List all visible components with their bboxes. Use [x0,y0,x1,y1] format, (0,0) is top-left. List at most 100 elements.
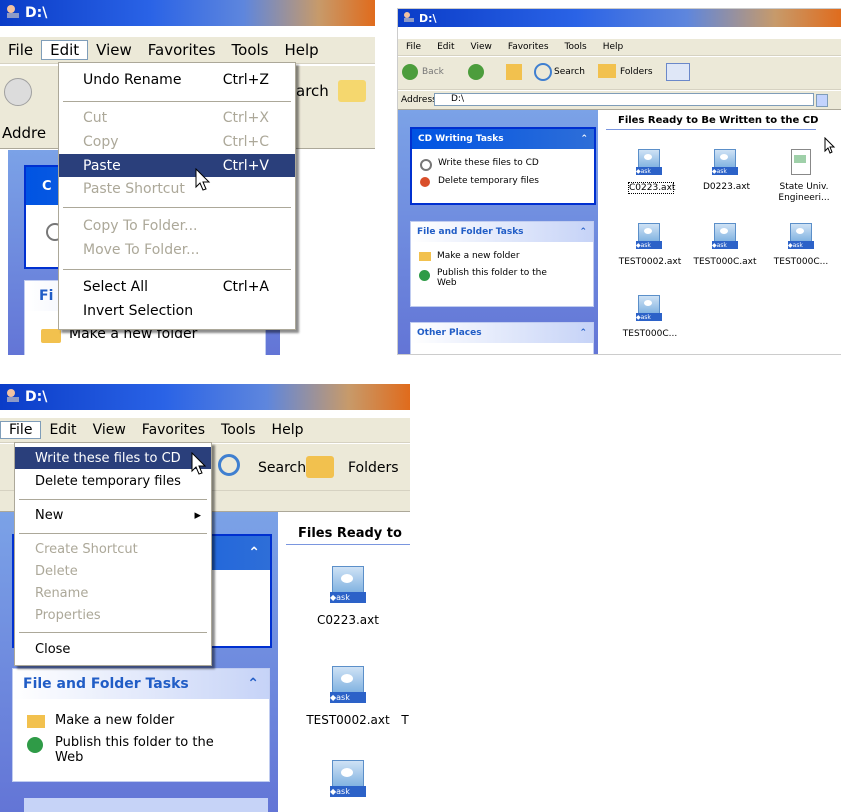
menu-item-invert-selection[interactable]: Invert Selection [59,300,295,322]
forward-icon[interactable] [468,64,484,80]
window-title: D:\ [25,5,48,21]
menu-edit[interactable]: Edit [41,422,84,438]
menu-edit[interactable]: Edit [429,42,462,52]
other-places: Other Places ⌃ [410,322,594,354]
publish-link[interactable]: Publish this folder to the Web [55,735,225,765]
menu-item-select-all[interactable]: Select All Ctrl+A [59,276,295,298]
file-c0223[interactable]: ◆ask [634,149,664,179]
folders-icon[interactable] [338,80,366,102]
edit-menu-dropdown: Undo Rename Ctrl+Z Cut Ctrl+X Copy Ctrl+C P… [58,62,296,330]
window-title: D:\ [419,11,437,25]
menu-item-close[interactable]: Close [15,638,211,660]
menu-view[interactable]: View [88,41,140,59]
menu-item-new[interactable]: New ▸ [15,504,211,526]
search-label-partial[interactable]: arch [296,82,329,100]
menu-favorites[interactable]: Favorites [140,41,224,59]
menu-file[interactable]: File [398,42,429,52]
menu-item-paste-shortcut[interactable]: Paste Shortcut [59,178,295,200]
collapse-icon[interactable]: ⌃ [579,227,587,237]
menu-item-copy-to-folder[interactable]: Copy To Folder... [59,215,295,237]
collapse-icon[interactable]: ⌃ [248,545,260,561]
title-bar: D:\ [398,9,841,27]
mouse-pointer-icon [195,168,211,191]
collapse-icon[interactable]: ⌃ [579,328,587,338]
file-label[interactable]: C0223.axt [628,182,675,194]
menu-item-undo-rename[interactable]: Undo Rename Ctrl+Z [59,69,295,91]
submenu-arrow-icon: ▸ [194,507,201,523]
file-label[interactable]: TEST000C... [768,257,834,267]
menu-file[interactable]: File [0,421,42,439]
publish-web-icon [27,737,43,753]
file-label[interactable]: State Univ. Engineeri... [776,182,832,204]
file-folder-tasks: File and Folder Tasks ⌃ Make a new folder… [410,221,594,307]
folders-icon[interactable] [306,456,334,478]
file-test000c-3[interactable]: ◆ask [634,295,664,325]
file-label[interactable]: TEST000C.axt [693,257,757,267]
up-folder-icon[interactable] [506,64,522,80]
file-menu-dropdown: Write these files to CD Delete temporary… [14,442,212,666]
folders-icon[interactable] [598,64,616,78]
file-label[interactable]: D0223.axt [703,182,750,192]
menu-favorites[interactable]: Favorites [500,42,557,52]
menu-help[interactable]: Help [264,422,312,438]
title-bar: D:\ [0,0,375,26]
file-label-partial[interactable]: T [400,713,410,727]
folders-button-label[interactable]: Folders [620,67,653,77]
file-state-univ[interactable] [788,149,814,179]
file-c0223[interactable]: ◆ask [326,566,370,606]
file-folder-tasks: File and Folder Tasks ⌃ Make a new folder… [12,668,270,782]
menu-view[interactable]: View [85,422,134,438]
menu-item-move-to-folder[interactable]: Move To Folder... [59,239,295,261]
file-d0223[interactable]: ◆ask [710,149,740,179]
menu-item-properties[interactable]: Properties [15,604,211,626]
menu-view[interactable]: View [463,42,500,52]
publish-link[interactable]: Publish this folder to the Web [437,268,557,288]
folders-button-label[interactable]: Folders [348,460,399,476]
file-test0002[interactable]: ◆ask [326,666,370,706]
panel-file-menu: D:\ File Edit View Favorites Tools Help … [0,384,410,812]
write-cd-icon [420,159,432,171]
menu-item-rename[interactable]: Rename [15,582,211,604]
file-test0002[interactable]: ◆ask [634,223,664,253]
menu-tools[interactable]: Tools [213,422,264,438]
folder-icon [41,329,61,343]
search-icon[interactable] [534,63,552,81]
file-label[interactable]: TEST0002.axt [618,257,682,267]
menu-help[interactable]: Help [277,41,327,59]
file-test000c-2[interactable]: ◆ask [786,223,816,253]
menu-item-create-shortcut[interactable]: Create Shortcut [15,538,211,560]
address-dropdown-icon[interactable] [816,94,828,107]
address-input[interactable]: D:\ [434,93,814,106]
write-files-link[interactable]: Write these files to CD [438,158,539,168]
search-button-label[interactable]: Search [258,460,306,476]
views-icon[interactable] [666,63,690,81]
menu-favorites[interactable]: Favorites [134,422,213,438]
menu-tools[interactable]: Tools [224,41,277,59]
file-label[interactable]: TEST000C... [620,329,680,339]
file-label[interactable]: TEST0002.axt [300,713,396,727]
menu-file[interactable]: File [0,41,41,59]
collapse-icon[interactable]: ⌃ [247,676,259,692]
menu-tools[interactable]: Tools [557,42,595,52]
make-folder-link[interactable]: Make a new folder [437,251,520,261]
delete-temp-link[interactable]: Delete temporary files [438,176,539,186]
file-test000c[interactable]: ◆ask [710,223,740,253]
menu-item-delete-temp-files[interactable]: Delete temporary files [15,470,211,492]
search-button-label[interactable]: Search [554,67,585,77]
menu-item-copy[interactable]: Copy Ctrl+C [59,131,295,153]
menu-edit[interactable]: Edit [41,40,89,60]
back-button-label[interactable]: Back [422,67,444,77]
menu-item-delete[interactable]: Delete [15,560,211,582]
menu-item-paste[interactable]: Paste Ctrl+V [59,154,295,177]
file-test000c[interactable]: ◆ask [326,760,370,800]
menu-help[interactable]: Help [595,42,632,52]
menu-item-write-files-to-cd[interactable]: Write these files to CD [15,447,211,469]
back-icon[interactable] [4,78,32,106]
menu-item-cut[interactable]: Cut Ctrl+X [59,107,295,129]
collapse-icon[interactable]: ⌃ [580,134,588,144]
drive-icon [403,11,415,26]
search-icon[interactable] [218,454,240,476]
file-label[interactable]: C0223.axt [310,613,386,627]
make-folder-link[interactable]: Make a new folder [55,713,174,728]
back-icon[interactable] [402,64,418,80]
